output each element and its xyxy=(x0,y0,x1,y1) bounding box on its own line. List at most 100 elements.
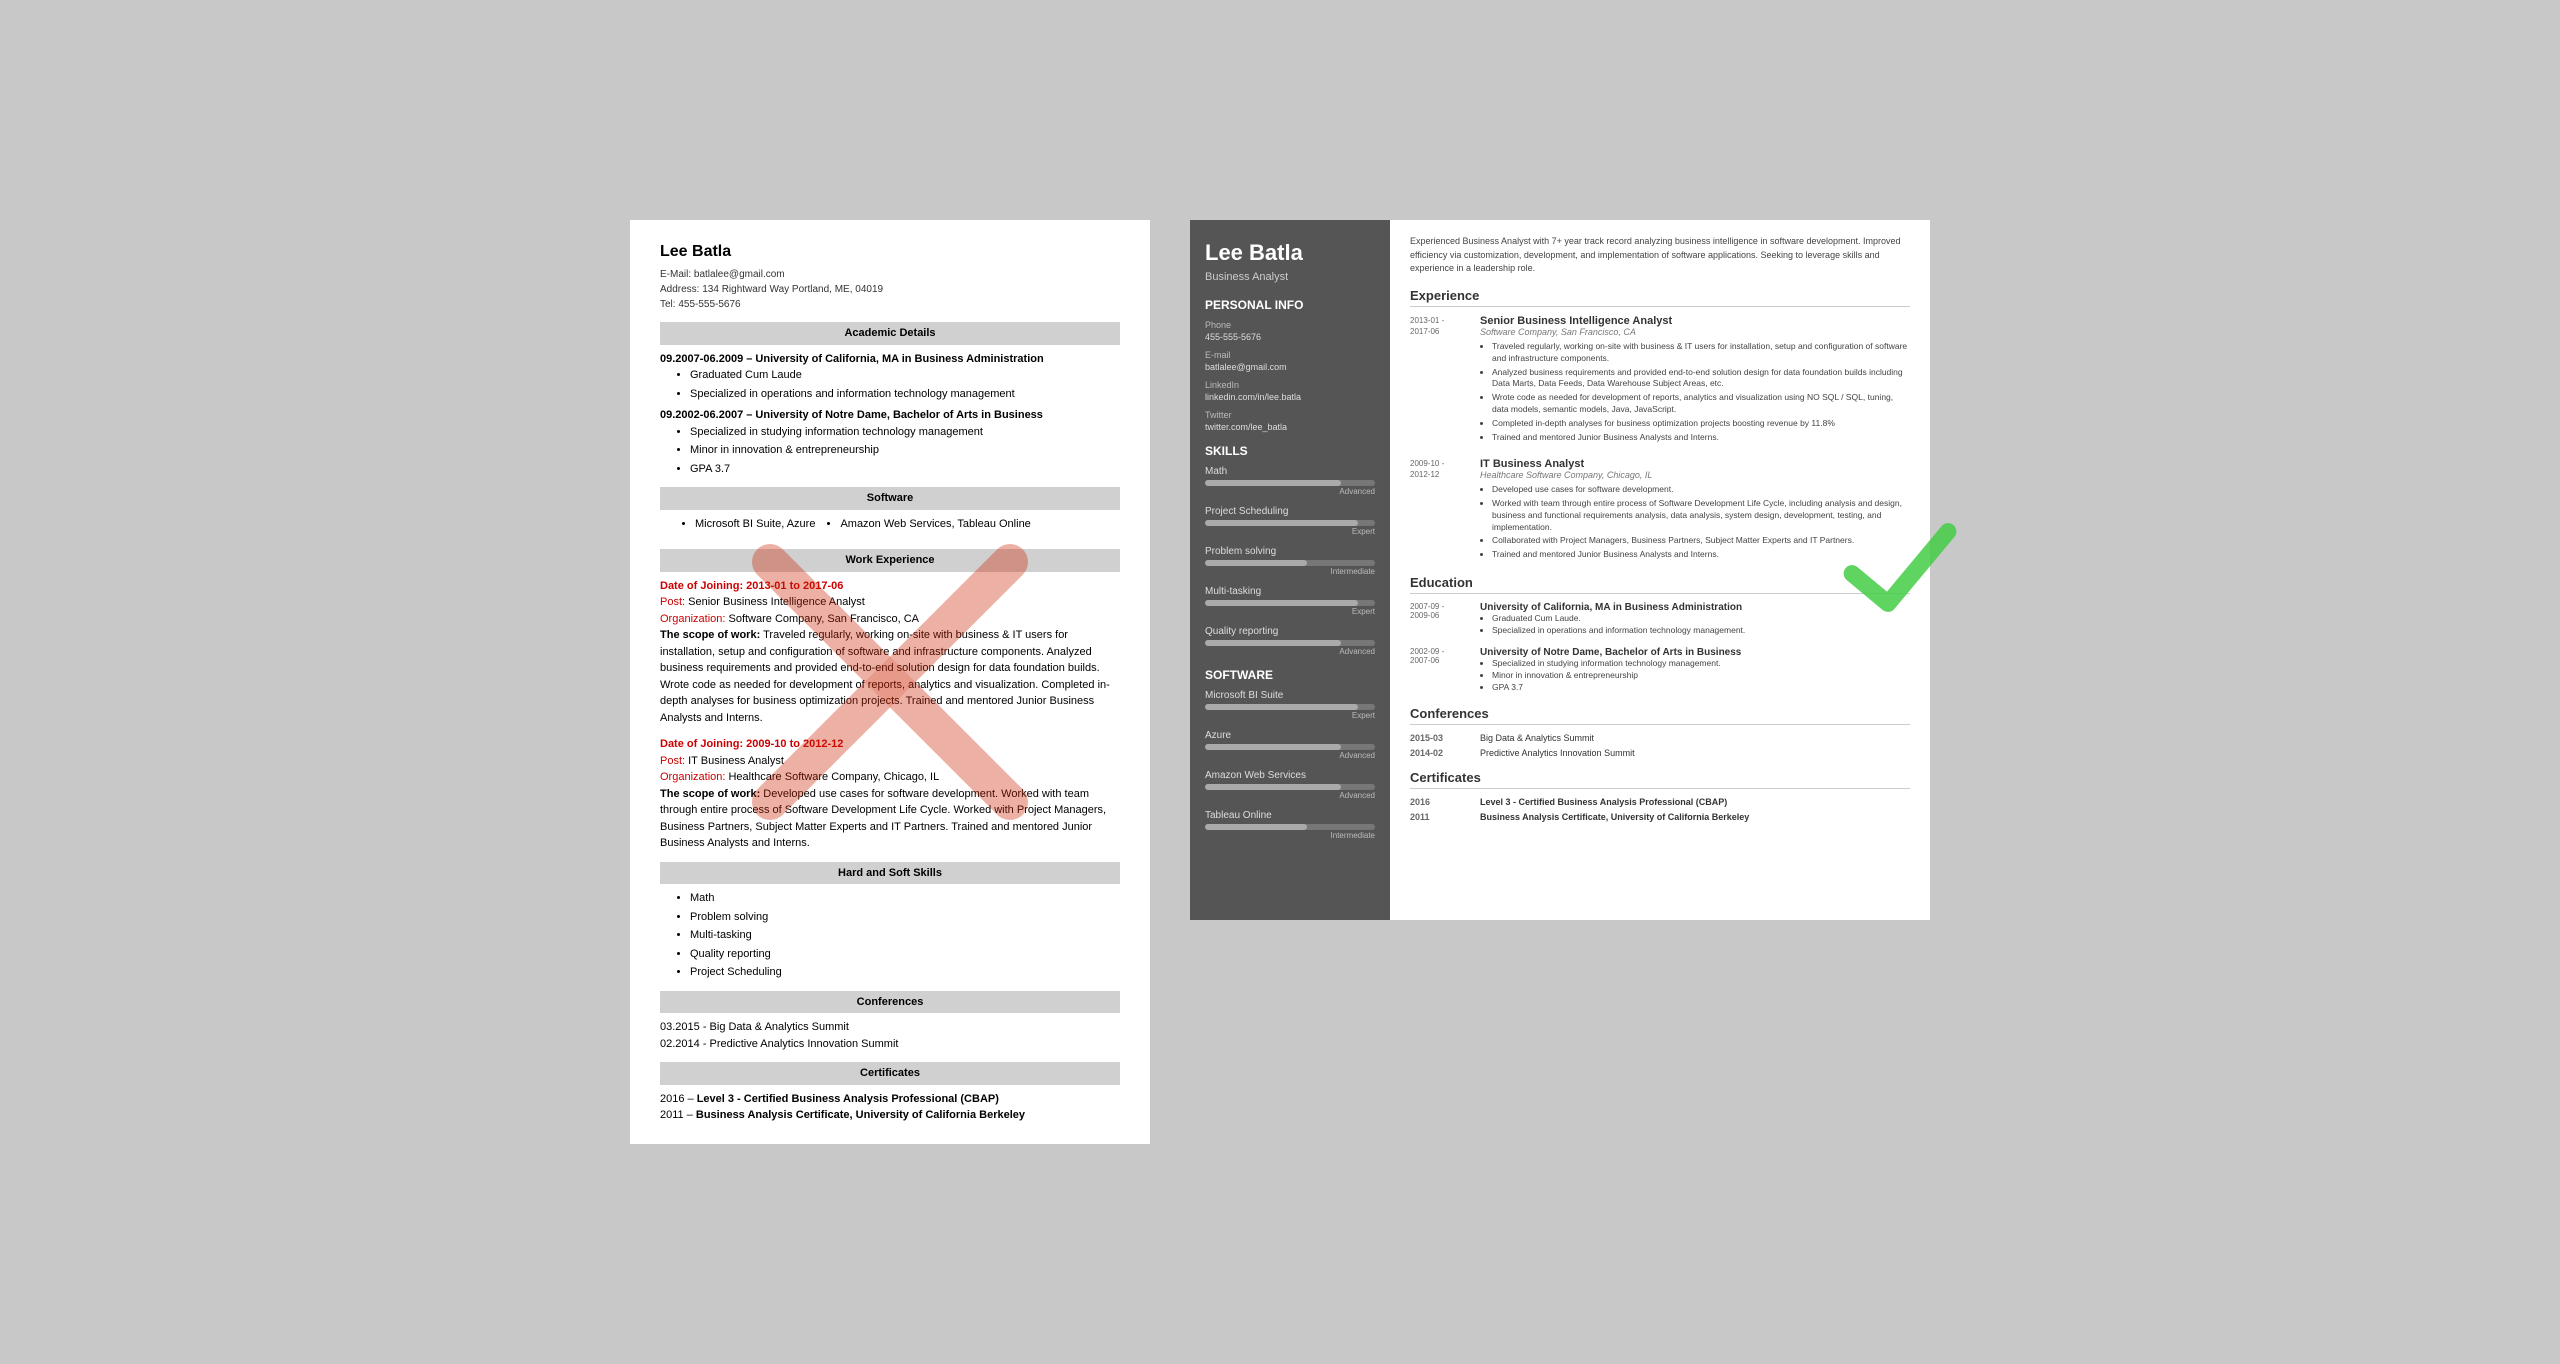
edu-entry-2: 2002-09 -2007-06 University of Notre Dam… xyxy=(1410,647,1910,694)
academic-dates-2: 09.2002-06.2007 – xyxy=(660,409,755,421)
soft-bi-name: Microsoft BI Suite xyxy=(1205,690,1375,701)
skill-prob-level: Intermediate xyxy=(1205,567,1375,576)
summary-text: Experienced Business Analyst with 7+ yea… xyxy=(1410,235,1910,276)
sidebar-name: Lee Batla xyxy=(1205,240,1375,266)
work-post-1: Post: Senior Business Intelligence Analy… xyxy=(660,594,1120,611)
soft-tableau-fill xyxy=(1205,824,1307,830)
bad-resume-email: E-Mail: batlalee@gmail.com xyxy=(660,267,1120,282)
exp-entry-2: 2009-10 -2012-12 IT Business Analyst Hea… xyxy=(1410,458,1910,563)
good-resume: Lee Batla Business Analyst Personal Info… xyxy=(1190,220,1930,920)
main-content: Experienced Business Analyst with 7+ yea… xyxy=(1390,220,1930,920)
skill-mt-fill xyxy=(1205,600,1358,606)
edu-degree-2: University of Notre Dame, Bachelor of Ar… xyxy=(1480,647,1910,658)
skill-mt-bar xyxy=(1205,600,1375,606)
skill-multitasking: Multi-tasking Expert xyxy=(1205,586,1375,616)
email-value: batlalee@gmail.com xyxy=(1205,362,1375,372)
academic-bullet-2-2: Minor in innovation & entrepreneurship xyxy=(690,442,1120,459)
skill-qr-level: Advanced xyxy=(1205,647,1375,656)
conf-name-1: Big Data & Analytics Summit xyxy=(1480,733,1594,743)
exp-bullet-2-3: Collaborated with Project Managers, Busi… xyxy=(1492,535,1910,547)
software-section-label: Software xyxy=(1205,668,1375,682)
skill-ps-fill xyxy=(1205,520,1358,526)
exp-content-2: IT Business Analyst Healthcare Software … xyxy=(1480,458,1910,563)
bad-resume-name: Lee Batla xyxy=(660,240,1120,264)
cert-1: 2016 – Level 3 - Certified Business Anal… xyxy=(660,1091,1120,1108)
conferences-section-bar: Conferences xyxy=(660,991,1120,1014)
skill-problem-solving: Problem solving Intermediate xyxy=(1205,546,1375,576)
cert-entry-1: 2016 Level 3 - Certified Business Analys… xyxy=(1410,797,1910,807)
edu-bullet-2-3: GPA 3.7 xyxy=(1492,682,1910,694)
edu-bullet-2-2: Minor in innovation & entrepreneurship xyxy=(1492,670,1910,682)
edu-content-2: University of Notre Dame, Bachelor of Ar… xyxy=(1480,647,1910,694)
soft-azure-name: Azure xyxy=(1205,730,1375,741)
skill-math-name: Math xyxy=(1205,466,1375,477)
skill-math-fill xyxy=(1205,480,1341,486)
skill-prob-fill xyxy=(1205,560,1307,566)
soft-bi-suite: Microsoft BI Suite Expert xyxy=(1205,690,1375,720)
skill-mt-name: Multi-tasking xyxy=(1205,586,1375,597)
exp-bullet-1-1: Traveled regularly, working on-site with… xyxy=(1492,341,1910,365)
soft-bi-fill xyxy=(1205,704,1358,710)
skill-item-1: Math xyxy=(690,890,1120,907)
work-org-1: Organization: Software Company, San Fran… xyxy=(660,611,1120,628)
academic-bullet-1-1: Graduated Cum Laude xyxy=(690,367,1120,384)
bad-resume-address: Address: 134 Rightward Way Portland, ME,… xyxy=(660,282,1120,297)
work-dates-1: Date of Joining: 2013-01 to 2017-06 xyxy=(660,578,1120,595)
exp-company-1: Software Company, San Francisco, CA xyxy=(1480,327,1910,337)
exp-title-1: Senior Business Intelligence Analyst xyxy=(1480,315,1910,327)
software-section-bar: Software xyxy=(660,487,1120,510)
academic-section-bar: Academic Details xyxy=(660,322,1120,345)
exp-bullet-2-1: Developed use cases for software develop… xyxy=(1492,484,1910,496)
conference-2: 02.2014 - Predictive Analytics Innovatio… xyxy=(660,1036,1120,1053)
edu-bullet-1-2: Specialized in operations and informatio… xyxy=(1492,625,1910,637)
bad-resume: Lee Batla E-Mail: batlalee@gmail.com Add… xyxy=(630,220,1150,1144)
software-columns: Microsoft BI Suite, Azure Amazon Web Ser… xyxy=(680,516,1120,540)
linkedin-value: linkedin.com/in/lee.batla xyxy=(1205,392,1375,402)
phone-label: Phone xyxy=(1205,320,1375,330)
twitter-label: Twitter xyxy=(1205,410,1375,420)
cert-entry-2: 2011 Business Analysis Certificate, Univ… xyxy=(1410,812,1910,822)
skills-section-bar: Hard and Soft Skills xyxy=(660,862,1120,885)
main-container: Lee Batla E-Mail: batlalee@gmail.com Add… xyxy=(630,220,1930,1144)
skill-math: Math Advanced xyxy=(1205,466,1375,496)
sidebar: Lee Batla Business Analyst Personal Info… xyxy=(1190,220,1390,920)
twitter-value: twitter.com/lee_batla xyxy=(1205,422,1375,432)
exp-content-1: Senior Business Intelligence Analyst Sof… xyxy=(1480,315,1910,446)
academic-degree-1: University of California, MA in Business… xyxy=(755,353,1043,365)
exp-bullet-2-2: Worked with team through entire process … xyxy=(1492,498,1910,534)
work-org-2: Organization: Healthcare Software Compan… xyxy=(660,769,1120,786)
work-entry-2: Date of Joining: 2009-10 to 2012-12 Post… xyxy=(660,736,1120,852)
exp-entry-1: 2013-01 -2017-06 Senior Business Intelli… xyxy=(1410,315,1910,446)
work-scope-1: The scope of work: Traveled regularly, w… xyxy=(660,627,1120,726)
academic-dates-1: 09.2007-06.2009 – xyxy=(660,353,755,365)
certificates-section-title: Certificates xyxy=(1410,770,1910,789)
software-item-1: Microsoft BI Suite, Azure xyxy=(695,516,815,533)
soft-aws-level: Advanced xyxy=(1205,791,1375,800)
edu-degree-1: University of California, MA in Business… xyxy=(1480,602,1910,613)
skill-qr-bar xyxy=(1205,640,1375,646)
soft-bi-bar xyxy=(1205,704,1375,710)
skill-project-scheduling: Project Scheduling Expert xyxy=(1205,506,1375,536)
exp-bullet-1-3: Wrote code as needed for development of … xyxy=(1492,392,1910,416)
skill-qr-name: Quality reporting xyxy=(1205,626,1375,637)
phone-value: 455-555-5676 xyxy=(1205,332,1375,342)
cert-year-1: 2016 xyxy=(1410,797,1470,807)
skill-ps-level: Expert xyxy=(1205,527,1375,536)
skill-ps-name: Project Scheduling xyxy=(1205,506,1375,517)
soft-tableau-name: Tableau Online xyxy=(1205,810,1375,821)
cert-name-1: Level 3 - Certified Business Analysis Pr… xyxy=(1480,797,1727,807)
soft-azure-fill xyxy=(1205,744,1341,750)
conferences-section-title: Conferences xyxy=(1410,706,1910,725)
skill-prob-name: Problem solving xyxy=(1205,546,1375,557)
skill-math-bar xyxy=(1205,480,1375,486)
edu-dates-2: 2002-09 -2007-06 xyxy=(1410,647,1470,694)
exp-bullet-2-4: Trained and mentored Junior Business Ana… xyxy=(1492,549,1910,561)
work-post-2: Post: IT Business Analyst xyxy=(660,753,1120,770)
soft-aws-bar xyxy=(1205,784,1375,790)
experience-section-title: Experience xyxy=(1410,288,1910,307)
work-entry-1: Date of Joining: 2013-01 to 2017-06 Post… xyxy=(660,578,1120,727)
cert-2: 2011 – Business Analysis Certificate, Un… xyxy=(660,1107,1120,1124)
soft-azure-bar xyxy=(1205,744,1375,750)
conf-name-2: Predictive Analytics Innovation Summit xyxy=(1480,748,1635,758)
edu-content-1: University of California, MA in Business… xyxy=(1480,602,1910,637)
